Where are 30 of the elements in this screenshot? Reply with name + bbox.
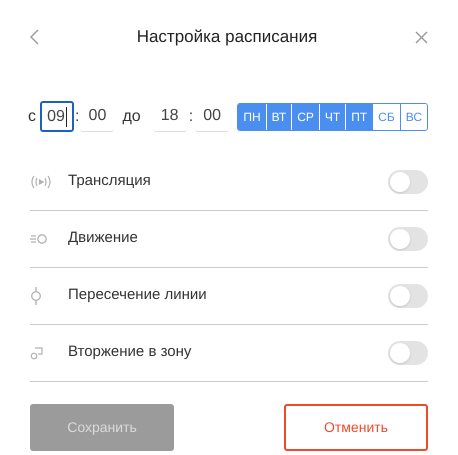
toggle-switch[interactable] [388, 284, 428, 308]
setting-label: Пересечение линии [68, 285, 207, 306]
weekday-toggle[interactable]: ВС [400, 104, 427, 130]
time-field[interactable]: 00 [195, 101, 230, 132]
from-label: с [28, 106, 36, 126]
weekday-toggle[interactable]: СР [291, 104, 319, 130]
line-crossing-icon [30, 286, 42, 304]
time-separator: : [75, 106, 80, 126]
to-label: до [122, 106, 141, 126]
motion-icon [30, 232, 48, 244]
toggle-switch[interactable] [388, 226, 428, 250]
weekday-toggle[interactable]: ПТ [345, 104, 372, 130]
setting-label: Вторжение в зону [68, 342, 192, 362]
broadcast-icon [30, 174, 52, 188]
time-field[interactable]: 09 [40, 101, 74, 132]
weekday-toggle[interactable]: ПН [238, 104, 266, 130]
dialog-title: Настройка расписания [136, 26, 318, 48]
setting-label: Движение [68, 228, 138, 248]
time-field[interactable]: 00 [80, 101, 114, 132]
back-icon[interactable] [30, 29, 39, 45]
setting-label: Трансляция [68, 171, 151, 192]
close-icon[interactable] [414, 30, 428, 44]
toggle-switch[interactable] [388, 170, 428, 194]
weekday-toggle[interactable]: ВТ [266, 104, 292, 130]
zone-icon [30, 346, 44, 360]
toggle-switch[interactable] [388, 340, 428, 364]
cancel-button[interactable]: Отменить [284, 404, 428, 451]
time-field[interactable]: 18 [152, 101, 187, 132]
time-separator: : [188, 106, 194, 126]
weekday-toggle[interactable]: ЧТ [318, 104, 346, 130]
